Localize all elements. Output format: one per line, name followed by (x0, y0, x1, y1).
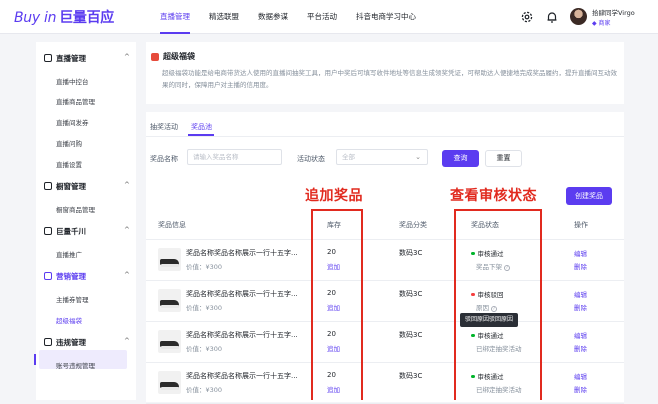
sidebar-selected-indicator (34, 354, 36, 365)
gear-icon[interactable] (520, 10, 534, 24)
col-header-prize-info: 奖品信息 (158, 221, 186, 229)
chevron-up-icon: ^ (124, 53, 130, 61)
prize-price: 价值：¥300 (186, 345, 223, 353)
delete-link[interactable]: 删除 (574, 302, 587, 312)
edit-link[interactable]: 编辑 (574, 289, 587, 299)
prize-thumbnail (158, 248, 181, 271)
chevron-down-icon: ⌄ (415, 153, 421, 161)
tab-prize-pool[interactable]: 奖品池 (191, 122, 212, 132)
prize-category: 数码3C (399, 290, 423, 298)
sidebar-item-anchor-coupons[interactable]: 主播券管理 (56, 294, 89, 304)
prize-name-input[interactable]: 请输入奖品名称 (187, 149, 282, 165)
logo-text: Buy in (14, 10, 57, 26)
sidebar-item-live-promotion[interactable]: 直播推广 (56, 249, 82, 259)
create-prize-button[interactable]: 创建奖品 (566, 187, 612, 205)
prize-pool-panel: 抽奖活动 奖品池 奖品名称 请输入奖品名称 活动状态 全部 ⌄ 查询 重置 创建奖… (146, 112, 624, 404)
avatar[interactable] (570, 8, 587, 25)
page-title: 超级福袋 (163, 52, 195, 61)
sidebar-item-showcase-products[interactable]: 橱窗商品管理 (56, 204, 95, 214)
sidebar-item-live-settings[interactable]: 直播设置 (56, 159, 82, 169)
page-description: 超级福袋功能是给电商带货达人使用的直播间抽奖工具，用户中奖后可填写收件地址等信息… (162, 69, 617, 89)
sidebar-section-live[interactable]: 直播管理 ^ (44, 53, 130, 64)
delete-link[interactable]: 删除 (574, 384, 587, 394)
edit-link[interactable]: 编辑 (574, 371, 587, 381)
nav-selected-alliance[interactable]: 精选联盟 (209, 0, 239, 34)
prize-thumbnail (158, 330, 181, 353)
chevron-up-icon: ^ (124, 226, 130, 234)
tab-active-underline (188, 134, 214, 136)
chevron-up-icon: ^ (124, 337, 130, 345)
nav-live-management[interactable]: 直播管理 (160, 0, 190, 34)
prize-name-label: 奖品名称 (150, 155, 178, 163)
table-row: 奖品名称奖品名称展示一行十五字... 价值：¥300 20 追加 数码3C 审核… (146, 363, 624, 404)
prize-category: 数码3C (399, 249, 423, 257)
table-row: 奖品名称奖品名称展示一行十五字... 价值：¥300 20 追加 数码3C 审核… (146, 281, 624, 322)
nav-platform-activities[interactable]: 平台活动 (307, 0, 337, 34)
marketing-icon (44, 272, 52, 280)
edit-link[interactable]: 编辑 (574, 248, 587, 258)
prize-name: 奖品名称奖品名称展示一行十五字... (186, 249, 298, 257)
tab-divider (146, 136, 624, 137)
sidebar-item-account-violations[interactable]: 账号违规管理 (56, 360, 95, 370)
user-name[interactable]: 拾肆同学Virgo (592, 7, 635, 17)
annotation-box-status (454, 209, 542, 400)
sidebar-section-showcase[interactable]: 橱窗管理 ^ (44, 181, 130, 192)
table-row: 奖品名称奖品名称展示一行十五字... 价值：¥300 20 追加 数码3C 审核… (146, 322, 624, 363)
reset-button[interactable]: 重置 (485, 150, 522, 167)
tab-lottery-activities[interactable]: 抽奖活动 (150, 122, 178, 132)
user-role-badge: ◆ 商家 (592, 20, 611, 27)
prize-price: 价值：¥300 (186, 386, 223, 394)
logo-cn-text: 巨量百应 (59, 10, 114, 26)
activity-status-label: 活动状态 (297, 155, 325, 163)
edit-link[interactable]: 编辑 (574, 330, 587, 340)
sidebar-item-live-console[interactable]: 直播中控台 (56, 76, 89, 86)
page-header-panel: 超级福袋 超级福袋功能是给电商带货达人使用的直播间抽奖工具，用户中奖后可填写收件… (146, 42, 624, 104)
sidebar-item-live-products[interactable]: 直播商品管理 (56, 96, 95, 106)
table-row: 奖品名称奖品名称展示一行十五字... 价值：¥300 20 追加 数码3C 审核… (146, 240, 624, 281)
prize-thumbnail (158, 289, 181, 312)
prize-price: 价值：¥300 (186, 304, 223, 312)
chevron-up-icon: ^ (124, 271, 130, 279)
prize-name: 奖品名称奖品名称展示一行十五字... (186, 372, 298, 380)
sidebar-item-live-coupons[interactable]: 直播间发券 (56, 117, 89, 127)
top-navigation-bar: Buy in 巨量百应 直播管理 精选联盟 数据参谋 平台活动 抖音电商学习中心 … (0, 0, 658, 34)
delete-link[interactable]: 删除 (574, 261, 587, 271)
live-icon (44, 54, 52, 62)
annotation-box-stock (311, 209, 363, 400)
prize-thumbnail (158, 371, 181, 394)
qianchuan-icon (44, 227, 52, 235)
annotation-add-prize: 追加奖品 (305, 188, 363, 204)
prize-name: 奖品名称奖品名称展示一行十五字... (186, 331, 298, 339)
col-header-actions: 操作 (574, 221, 588, 229)
sidebar: 直播管理 ^ 直播中控台 直播商品管理 直播间发券 直播问购 直播设置 橱窗管理 ^… (34, 42, 136, 400)
app-logo[interactable]: Buy in 巨量百应 (14, 7, 114, 27)
chevron-up-icon: ^ (124, 181, 130, 189)
bell-icon[interactable] (545, 10, 559, 24)
delete-link[interactable]: 删除 (574, 343, 587, 353)
prize-category: 数码3C (399, 331, 423, 339)
showcase-icon (44, 182, 52, 190)
col-header-category: 奖品分类 (399, 221, 427, 229)
sidebar-item-live-inquiry[interactable]: 直播问购 (56, 138, 82, 148)
search-button[interactable]: 查询 (442, 150, 479, 167)
nav-data-advisor[interactable]: 数据参谋 (258, 0, 288, 34)
sidebar-item-super-lucky-bag[interactable]: 超级福袋 (56, 315, 82, 325)
gift-icon (151, 53, 159, 61)
activity-status-select[interactable]: 全部 ⌄ (336, 149, 428, 165)
prize-category: 数码3C (399, 372, 423, 380)
prize-price: 价值：¥300 (186, 263, 223, 271)
table-header: 奖品信息 库存 奖品分类 奖品状态 操作 (146, 208, 624, 240)
violation-icon (44, 338, 52, 346)
sidebar-section-qianchuan[interactable]: 巨量千川 ^ (44, 226, 130, 237)
annotation-check-status: 查看审核状态 (450, 188, 537, 204)
sidebar-section-violations[interactable]: 违规管理 ^ (44, 337, 130, 348)
prize-name: 奖品名称奖品名称展示一行十五字... (186, 290, 298, 298)
nav-learning-center[interactable]: 抖音电商学习中心 (356, 0, 416, 34)
sidebar-section-marketing[interactable]: 营销管理 ^ (44, 271, 130, 282)
main-nav: 直播管理 精选联盟 数据参谋 平台活动 抖音电商学习中心 (160, 0, 435, 34)
